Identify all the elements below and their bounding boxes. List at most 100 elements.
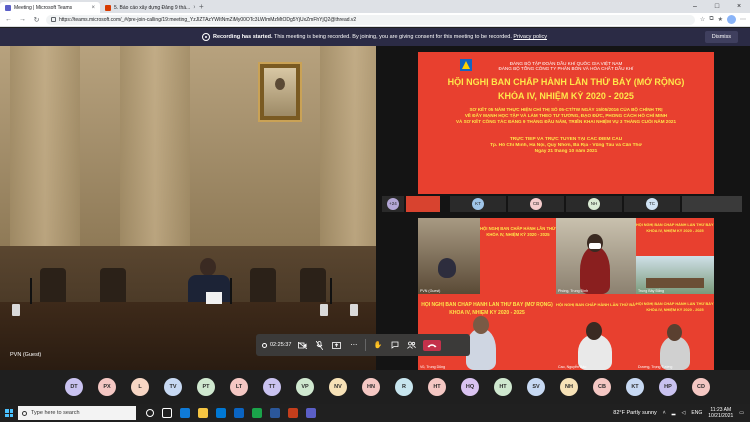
slide-title-2: KHÓA IV, NHIỆM KỲ 2020 - 2025 [498, 91, 634, 101]
star-icon[interactable]: ☆ [700, 16, 705, 23]
url-input[interactable]: https://teams.microsoft.com/_#/pre-join-… [46, 14, 695, 25]
favorites-icon[interactable]: ★ [718, 16, 723, 23]
face-mask [589, 243, 601, 249]
store-icon[interactable] [216, 408, 226, 418]
excel-icon[interactable] [252, 408, 262, 418]
microphone [230, 278, 232, 304]
video-tile[interactable] [682, 196, 742, 212]
overflow-tile[interactable]: +24 [382, 196, 404, 212]
video-tile-room[interactable]: PVN (Guest) [418, 218, 480, 294]
weather-widget[interactable]: 82°F Partly sunny [613, 410, 656, 416]
edge-icon[interactable] [180, 408, 190, 418]
raise-hand-icon[interactable]: ✋ [372, 340, 383, 351]
participant-avatar[interactable]: R [395, 378, 413, 396]
video-tile-slide[interactable]: HỘI NGHỊ BAN CHẤP HÀNH LẦN THỨ BẢY (MỞ R… [636, 218, 714, 256]
lock-icon [51, 17, 56, 22]
participant-avatar[interactable]: TT [263, 378, 281, 396]
video-tile-slide[interactable]: HỘI NGHỊ BAN CHẤP HÀNH LẦN THỨ BẢY (MỞ R… [418, 294, 556, 370]
participant-avatar[interactable]: TV [164, 378, 182, 396]
video-tile[interactable]: CB [508, 196, 564, 212]
video-tile-meeting-room[interactable]: Trung Bảy Đắng [636, 256, 714, 294]
taskbar-search-input[interactable]: Type here to search [18, 406, 136, 420]
participant-avatar[interactable]: HP [659, 378, 677, 396]
portrait-canvas [264, 68, 296, 116]
participant-avatar[interactable]: HN [362, 378, 380, 396]
mail-icon[interactable] [234, 408, 244, 418]
minimize-icon[interactable]: – [684, 0, 706, 13]
video-tile[interactable]: NH [566, 196, 622, 212]
recording-indicator-icon [262, 342, 267, 348]
participant-figure [438, 258, 456, 278]
participant-avatar[interactable]: PT [197, 378, 215, 396]
privacy-policy-link[interactable]: Privacy policy [513, 34, 547, 40]
microphone [30, 278, 32, 304]
task-view-icon[interactable] [162, 408, 172, 418]
word-icon[interactable] [270, 408, 280, 418]
participant-avatar[interactable]: DT [65, 378, 83, 396]
close-window-icon[interactable]: × [728, 0, 750, 13]
video-tile-person-mask[interactable]: Phòng, Trung Đình [556, 218, 636, 294]
participant-avatar[interactable]: HT [428, 378, 446, 396]
teams-taskbar-icon[interactable] [306, 408, 316, 418]
back-icon[interactable]: ← [4, 16, 13, 23]
participant-avatar[interactable]: L [131, 378, 149, 396]
file-explorer-icon[interactable] [198, 408, 208, 418]
shared-slide[interactable]: ĐẢNG BỘ TẬP ĐOÀN DẦU KHÍ QUỐC GIA VIỆT N… [418, 52, 714, 194]
powerpoint-taskbar-icon[interactable] [288, 408, 298, 418]
network-icon[interactable]: ▂ [672, 410, 676, 416]
participant-avatar[interactable]: PX [98, 378, 116, 396]
mic-off-icon[interactable] [314, 340, 325, 351]
participant-avatar[interactable]: HQ [461, 378, 479, 396]
participant-avatar[interactable]: KT [626, 378, 644, 396]
recording-icon [201, 33, 210, 41]
video-tile-slide[interactable]: HỘI NGHỊ BAN CHẤP HÀNH LẦN THỨ BẢY (MỞ R… [480, 218, 556, 294]
tab-teams-meeting[interactable]: Meeting | Microsoft Teams × [0, 2, 100, 13]
tab-report[interactable]: 5. Báo cáo xây dựng Đảng 9 thá... × [100, 2, 195, 13]
share-tray-icon[interactable] [331, 340, 342, 351]
language-indicator[interactable]: ENG [691, 410, 702, 416]
tab-title: Meeting | Microsoft Teams [14, 4, 73, 11]
tile-name: Dương, Trọng Tường [638, 365, 673, 369]
dismiss-button[interactable]: Dismiss [704, 31, 738, 43]
participant-figure [466, 328, 496, 370]
video-tile-slide[interactable] [406, 196, 440, 212]
participant-avatar[interactable]: LT [230, 378, 248, 396]
tile-name: Cao, Nguyễn Bảo [558, 365, 587, 369]
video-tile[interactable]: TC [624, 196, 680, 212]
participants-icon[interactable] [406, 340, 417, 351]
clock[interactable]: 11:23 AM 10/21/2021 [708, 407, 733, 419]
tray-chevron-icon[interactable]: ˄ [663, 410, 666, 416]
maximize-icon[interactable]: □ [706, 0, 728, 13]
new-tab-icon[interactable]: + [195, 2, 208, 13]
camera-off-icon[interactable] [297, 340, 308, 351]
video-feed-conference-room[interactable]: PVN (Guest) [0, 46, 376, 370]
reload-icon[interactable]: ↻ [32, 16, 41, 24]
more-actions-icon[interactable]: ⋯ [348, 340, 359, 351]
meeting-stage: PVN (Guest) ĐẢNG BỘ TẬP ĐOÀN DẦU KHÍ QUỐ… [0, 46, 750, 370]
participant-avatar[interactable]: CD [692, 378, 710, 396]
cup [350, 304, 358, 316]
participant-avatar[interactable]: NV [329, 378, 347, 396]
video-tile-slide[interactable]: HỘI NGHỊ BAN CHẤP HÀNH LẦN THỨ BẢY (MỞ R… [556, 294, 636, 370]
cortana-icon[interactable] [146, 409, 154, 417]
close-icon[interactable]: × [91, 5, 95, 11]
forward-icon[interactable]: → [18, 16, 27, 23]
more-icon[interactable]: ⋯ [740, 16, 746, 23]
video-tile[interactable]: KT [450, 196, 506, 212]
participant-avatar[interactable]: CB [593, 378, 611, 396]
participant-avatar[interactable]: NH [560, 378, 578, 396]
hang-up-button[interactable] [423, 339, 442, 351]
chat-icon[interactable] [389, 340, 400, 351]
start-button[interactable] [0, 404, 18, 422]
volume-icon[interactable]: ◁ [682, 410, 686, 416]
profile-avatar[interactable] [727, 15, 736, 24]
participant-avatar[interactable]: VP [296, 378, 314, 396]
slide-venue-3: Ngày 21 tháng 10 năm 2021 [534, 149, 598, 154]
extensions-icon[interactable]: ⧉ [709, 16, 713, 23]
participant-avatar[interactable]: HT [494, 378, 512, 396]
notifications-icon[interactable]: ▭ [739, 410, 744, 416]
call-timer: 02:25:37 [262, 342, 291, 348]
windows-logo-icon [5, 409, 13, 417]
participant-avatar[interactable]: SV [527, 378, 545, 396]
video-tile-slide[interactable]: HỘI NGHỊ BAN CHẤP HÀNH LẦN THỨ BẢY (MỞ R… [636, 294, 714, 370]
